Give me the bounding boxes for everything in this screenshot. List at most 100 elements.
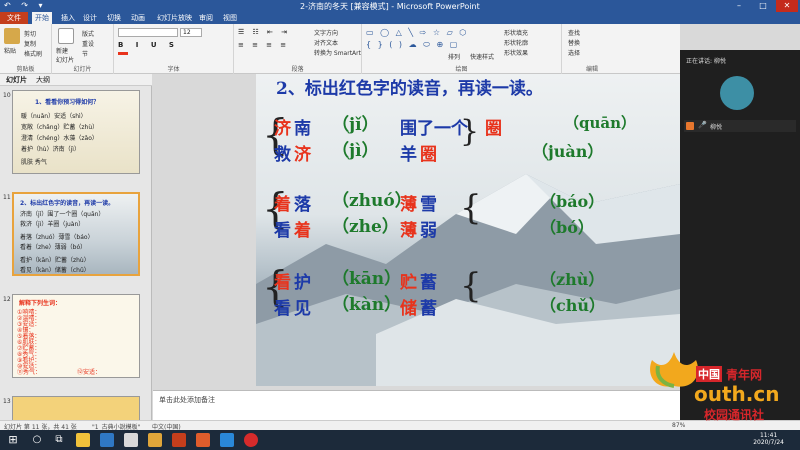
speaking-indicator: 正在讲话: 柳悦 bbox=[686, 58, 726, 65]
list-buttons[interactable]: ☰ ☷ ⇤ ⇥ bbox=[238, 28, 290, 36]
maximize-icon[interactable]: □ bbox=[752, 0, 774, 12]
slide-heading: 2、标出红色字的读音，再读一读。 bbox=[276, 79, 543, 99]
watermark-line4: 校园通讯社 bbox=[704, 408, 765, 422]
avatar bbox=[720, 76, 754, 110]
drawing-group: ▭ ◯ △ ╲ ⇨ ☆ ▱ ⬡ { } ( ) ☁ ⬭ ⊕ ▢ 排列 快速样式 … bbox=[362, 24, 562, 74]
tab-slideshow[interactable]: 幻灯片放映 bbox=[154, 12, 195, 24]
netease-music-icon[interactable] bbox=[244, 433, 258, 447]
char-blue: 护 bbox=[294, 273, 311, 293]
layout-button[interactable]: 版式 bbox=[82, 29, 94, 38]
tab-outline[interactable]: 大纲 bbox=[36, 75, 50, 85]
shape-fill-button[interactable]: 形状填充 bbox=[504, 28, 528, 37]
close-icon[interactable]: ✕ bbox=[776, 0, 798, 12]
reset-button[interactable]: 重设 bbox=[82, 39, 94, 48]
slide-number: 10 bbox=[3, 92, 11, 99]
system-clock[interactable]: 11:41 2020/7/24 bbox=[753, 432, 784, 446]
meeting-app-icon[interactable] bbox=[148, 433, 162, 447]
tab-design[interactable]: 设计 bbox=[80, 12, 100, 24]
pinyin: （bó） bbox=[540, 218, 594, 237]
tab-animations[interactable]: 动画 bbox=[128, 12, 148, 24]
minimize-icon[interactable]: – bbox=[728, 0, 750, 12]
char-red: 薄 bbox=[400, 195, 417, 215]
watermark-line1: 中国 bbox=[696, 366, 722, 382]
align-buttons[interactable]: ≡ ≡ ≡ ≡ bbox=[238, 41, 289, 49]
thumbnail-line: 着落（zhuó）薄雪（báo） bbox=[20, 234, 94, 241]
drawing-label: 绘图 bbox=[455, 66, 468, 73]
tab-file[interactable]: 文件 bbox=[0, 12, 28, 24]
slides-group: 新建 幻灯片 版式 重设 节 幻灯片 bbox=[52, 24, 114, 74]
format-painter-button[interactable]: 格式刷 bbox=[24, 49, 42, 58]
tab-transitions[interactable]: 切换 bbox=[104, 12, 124, 24]
thumbnail-preview: 2、标出红色字的读音，再读一读。 济南（jǐ）围了一个圈（quān） 救济（jì… bbox=[12, 192, 140, 276]
pinyin: （zhe） bbox=[332, 217, 399, 237]
font-label: 字体 bbox=[167, 66, 180, 73]
select-button[interactable]: 选择 bbox=[568, 48, 580, 57]
editing-label: 编辑 bbox=[585, 66, 598, 73]
char-blue: 蓄 bbox=[420, 299, 437, 319]
thumbnail-line: 看着（zhe）薄弱（bó） bbox=[20, 244, 87, 251]
left-brace: { bbox=[460, 188, 482, 228]
clipboard-label: 剪贴板 bbox=[16, 66, 35, 73]
thumbnail-line: 肌肤 秀气 bbox=[21, 159, 47, 166]
char-red: 薄 bbox=[400, 221, 417, 241]
start-icon[interactable]: ⊞ bbox=[6, 433, 20, 447]
align-text-button[interactable]: 对齐文本 bbox=[314, 38, 338, 47]
font-name-select[interactable] bbox=[118, 28, 178, 37]
quick-styles-button[interactable]: 快速样式 bbox=[470, 52, 494, 61]
thumbnail-line: 暖（nuǎn）安适（shì） bbox=[21, 113, 87, 120]
replace-button[interactable]: 替换 bbox=[568, 38, 580, 47]
char-blue: 羊 bbox=[400, 145, 417, 165]
watermark-logo: 中国 青年网 outh.cn 校园通讯社 bbox=[640, 350, 800, 430]
new-slide-icon[interactable] bbox=[58, 28, 74, 44]
font-color-icon[interactable] bbox=[118, 52, 128, 55]
shape-outline-button[interactable]: 形状轮廓 bbox=[504, 38, 528, 47]
pinyin: （jì） bbox=[332, 141, 379, 161]
app-icon[interactable] bbox=[196, 433, 210, 447]
shapes-gallery[interactable]: ▭ ◯ △ ╲ ⇨ ☆ ▱ ⬡ bbox=[366, 28, 468, 37]
clock-time: 11:41 bbox=[759, 432, 778, 439]
tab-review[interactable]: 审阅 bbox=[196, 12, 216, 24]
char-blue: 看 bbox=[274, 221, 291, 241]
task-view-icon[interactable]: ⧉ bbox=[52, 433, 66, 447]
quick-access-toolbar[interactable]: ↶ ↷ ▾ bbox=[4, 1, 47, 10]
slide-number: 11 bbox=[3, 194, 11, 201]
find-button[interactable]: 查找 bbox=[568, 28, 580, 37]
arrange-button[interactable]: 排列 bbox=[448, 52, 460, 61]
char-blue: 见 bbox=[294, 299, 311, 319]
mic-icon[interactable]: 🎤 bbox=[698, 121, 707, 129]
font-size-select[interactable]: 12 bbox=[180, 28, 202, 37]
window-title: 2-济南的冬天 [兼容模式] - Microsoft PowerPoint bbox=[300, 2, 480, 11]
pinyin: （quān） bbox=[564, 114, 637, 132]
notes-placeholder[interactable]: 单击此处添加备注 bbox=[159, 395, 215, 405]
tab-view[interactable]: 视图 bbox=[220, 12, 240, 24]
pinyin: （báo） bbox=[540, 192, 605, 211]
slide-canvas[interactable]: 2、标出红色字的读音，再读一读。 { } 济 南 （jǐ） 围了一个 圈 （qu… bbox=[256, 74, 680, 386]
shapes-gallery-row2[interactable]: { } ( ) ☁ ⬭ ⊕ ▢ bbox=[366, 40, 459, 50]
pinyin: （juàn） bbox=[532, 142, 604, 161]
new-slide-button[interactable]: 新建 幻灯片 bbox=[56, 46, 74, 64]
char-blue: 雪 bbox=[420, 195, 437, 215]
thumbnail-line: 澄清（chéng）水藻（zǎo） bbox=[21, 135, 98, 142]
app-icon[interactable] bbox=[124, 433, 138, 447]
pinyin: （kān） bbox=[332, 269, 402, 289]
cut-button[interactable]: 剪切 bbox=[24, 29, 36, 38]
paste-icon[interactable] bbox=[4, 28, 20, 44]
powerpoint-icon[interactable] bbox=[172, 433, 186, 447]
app-icon[interactable] bbox=[220, 433, 234, 447]
tab-home[interactable]: 开始 bbox=[32, 12, 52, 24]
smartart-button[interactable]: 转换为 SmartArt bbox=[314, 48, 361, 57]
copy-button[interactable]: 复制 bbox=[24, 39, 36, 48]
edge-icon[interactable] bbox=[100, 433, 114, 447]
search-icon[interactable]: ○ bbox=[30, 433, 44, 447]
thumbnail-line: 救济（jì）羊圈（juàn） bbox=[20, 221, 85, 228]
font-format-buttons[interactable]: B I U S bbox=[118, 41, 179, 49]
section-button[interactable]: 节 bbox=[82, 49, 88, 58]
char-blue: 救 bbox=[274, 145, 291, 165]
shape-effects-button[interactable]: 形状效果 bbox=[504, 48, 528, 57]
tab-slides[interactable]: 幻灯片 bbox=[6, 75, 27, 85]
thumbnail-line: 看护（kān）贮蓄（zhù） bbox=[20, 257, 90, 264]
file-explorer-icon[interactable] bbox=[76, 433, 90, 447]
tab-insert[interactable]: 插入 bbox=[58, 12, 78, 24]
paste-button[interactable]: 粘贴 bbox=[4, 46, 16, 55]
text-direction-button[interactable]: 文字方向 bbox=[314, 28, 338, 37]
